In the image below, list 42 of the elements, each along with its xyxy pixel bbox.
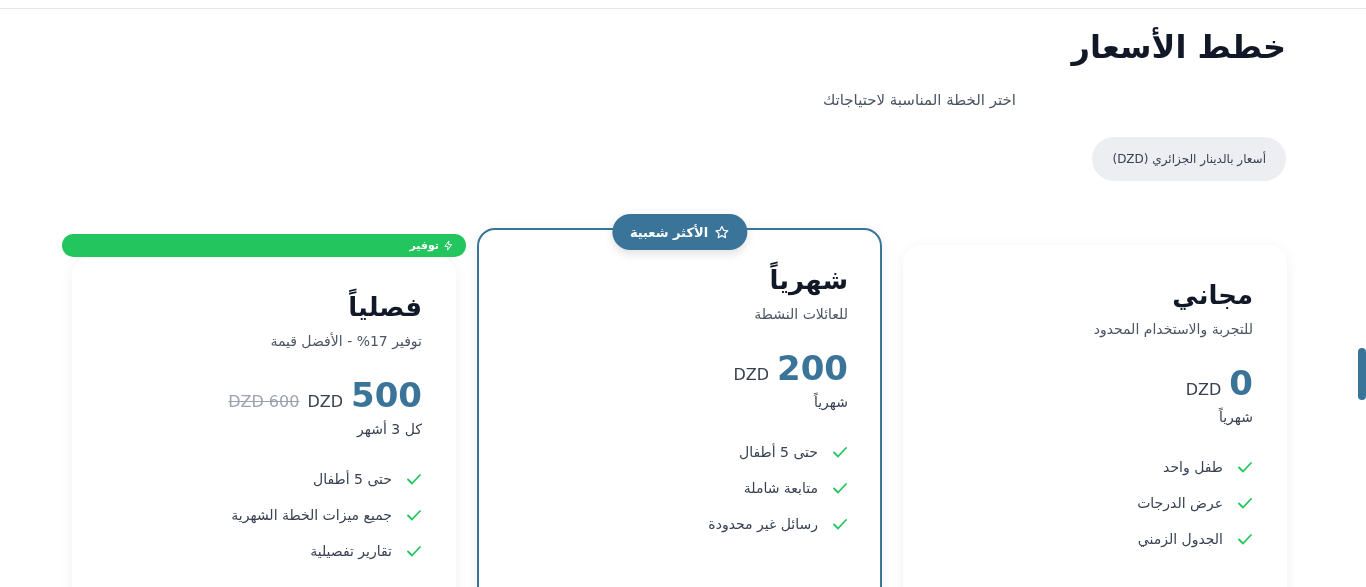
feature-text: تقارير تفصيلية	[310, 543, 392, 559]
check-icon	[1237, 531, 1253, 547]
plan-price: 0	[1229, 363, 1253, 403]
check-icon	[406, 543, 422, 559]
saving-ribbon: توفير	[62, 234, 466, 257]
scrollbar[interactable]	[1358, 348, 1366, 400]
plan-price: 200	[777, 348, 848, 388]
lightning-icon	[443, 240, 454, 251]
billing-period: شهرياً	[1217, 409, 1253, 425]
billing-period: شهرياً	[812, 394, 848, 410]
currency-label: DZD	[307, 392, 343, 411]
feature-text: طفل واحد	[1163, 459, 1223, 475]
plan-description: للعائلات النشطة	[753, 306, 848, 322]
check-icon	[1237, 459, 1253, 475]
page-subtitle: اختر الخطة المناسبة لاحتياجاتك	[821, 91, 1016, 109]
star-icon	[714, 224, 730, 240]
plan-name: مجاني	[1171, 279, 1253, 312]
currency-label: DZD	[733, 365, 769, 384]
check-icon	[832, 444, 848, 460]
feature-text: الجدول الزمني	[1137, 531, 1223, 547]
feature-text: متابعة شاملة	[743, 480, 818, 496]
feature-text: حتى 5 أطفال	[739, 444, 818, 460]
billing-period: كل 3 أشهر	[355, 421, 422, 437]
feature-text: جميع ميزات الخطة الشهرية	[231, 507, 392, 523]
plan-name: فصلياً	[106, 289, 422, 325]
currency-label: DZD	[1185, 380, 1222, 399]
check-icon	[832, 480, 848, 496]
feature-text: رسائل غير محدودة	[708, 516, 818, 532]
check-icon	[832, 516, 848, 532]
check-icon	[406, 507, 422, 523]
check-icon	[1237, 495, 1253, 511]
popular-badge: الأكثر شعبية	[611, 214, 748, 250]
plan-description: للتجربة والاستخدام المحدود	[1092, 321, 1253, 337]
plan-name: شهرياً	[511, 262, 848, 298]
plan-description: توفير 17% - الأفضل قيمة	[269, 333, 422, 349]
feature-text: حتى 5 أطفال	[313, 471, 392, 487]
page-title: خطط الأسعار	[1069, 26, 1286, 68]
feature-text: عرض الدرجات	[1137, 495, 1223, 511]
plan-price: 500	[351, 375, 422, 415]
currency-note: أسعار بالدينار الجزائري (DZD)	[1092, 137, 1286, 181]
check-icon	[406, 471, 422, 487]
old-price: DZD 600	[228, 392, 300, 411]
